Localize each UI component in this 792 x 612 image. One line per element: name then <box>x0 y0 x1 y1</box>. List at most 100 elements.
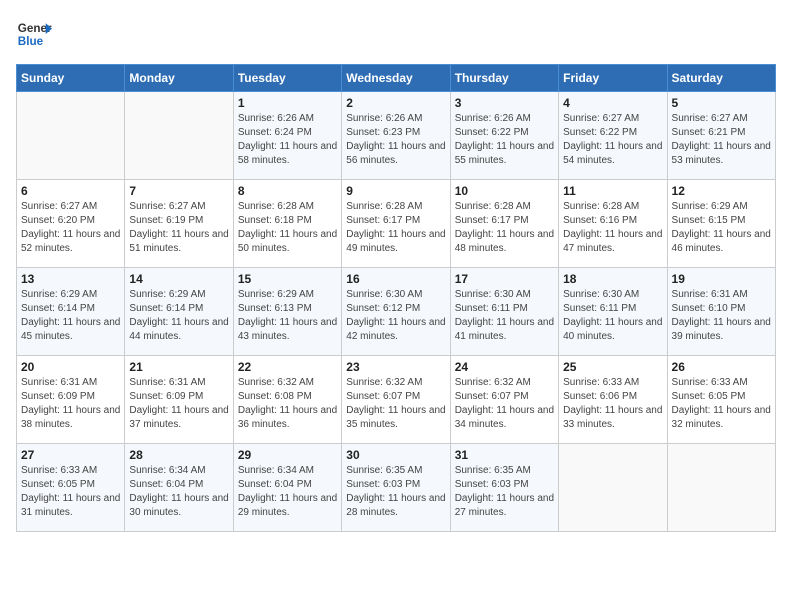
day-number: 19 <box>672 272 771 286</box>
calendar-day-empty <box>125 92 233 180</box>
day-number: 27 <box>21 448 120 462</box>
day-info: Sunrise: 6:35 AM Sunset: 6:03 PM Dayligh… <box>455 464 554 520</box>
day-number: 1 <box>238 96 337 110</box>
calendar-day-31: 31 Sunrise: 6:35 AM Sunset: 6:03 PM Dayli… <box>450 444 558 532</box>
column-header-thursday: Thursday <box>450 65 558 92</box>
day-number: 22 <box>238 360 337 374</box>
day-info: Sunrise: 6:27 AM Sunset: 6:20 PM Dayligh… <box>21 200 120 256</box>
day-info: Sunrise: 6:28 AM Sunset: 6:18 PM Dayligh… <box>238 200 337 256</box>
calendar-day-3: 3Sunrise: 6:26 AM Sunset: 6:22 PM Daylig… <box>450 92 558 180</box>
day-number: 30 <box>346 448 445 462</box>
day-info: Sunrise: 6:30 AM Sunset: 6:11 PM Dayligh… <box>455 288 554 344</box>
calendar-day-empty <box>17 92 125 180</box>
calendar-day-4: 4 Sunrise: 6:27 AM Sunset: 6:22 PM Daylig… <box>559 92 667 180</box>
day-info: Sunrise: 6:28 AM Sunset: 6:17 PM Dayligh… <box>455 200 554 256</box>
day-info: Sunrise: 6:32 AM Sunset: 6:07 PM Dayligh… <box>455 376 554 432</box>
column-header-tuesday: Tuesday <box>233 65 341 92</box>
day-number: 4 <box>563 96 662 110</box>
column-header-sunday: Sunday <box>17 65 125 92</box>
calendar-day-23: 23 Sunrise: 6:32 AM Sunset: 6:07 PM Dayli… <box>342 356 450 444</box>
calendar-day-26: 26 Sunrise: 6:33 AM Sunset: 6:05 PM Dayli… <box>667 356 775 444</box>
calendar-week-row: 1Sunrise: 6:26 AM Sunset: 6:24 PM Daylig… <box>17 92 776 180</box>
calendar-day-empty <box>559 444 667 532</box>
logo: General Blue <box>16 16 52 52</box>
calendar-day-25: 25 Sunrise: 6:33 AM Sunset: 6:06 PM Dayli… <box>559 356 667 444</box>
day-info: Sunrise: 6:26 AM Sunset: 6:23 PM Dayligh… <box>346 112 445 168</box>
day-info: Sunrise: 6:26 AM Sunset: 6:22 PM Dayligh… <box>455 112 554 168</box>
calendar-header-row: SundayMondayTuesdayWednesdayThursdayFrid… <box>17 65 776 92</box>
calendar-day-9: 9Sunrise: 6:28 AM Sunset: 6:17 PM Daylig… <box>342 180 450 268</box>
calendar-day-14: 14Sunrise: 6:29 AM Sunset: 6:14 PM Dayli… <box>125 268 233 356</box>
calendar-day-10: 10 Sunrise: 6:28 AM Sunset: 6:17 PM Dayli… <box>450 180 558 268</box>
day-info: Sunrise: 6:35 AM Sunset: 6:03 PM Dayligh… <box>346 464 445 520</box>
calendar-day-27: 27 Sunrise: 6:33 AM Sunset: 6:05 PM Dayli… <box>17 444 125 532</box>
day-info: Sunrise: 6:31 AM Sunset: 6:10 PM Dayligh… <box>672 288 771 344</box>
day-number: 23 <box>346 360 445 374</box>
day-number: 20 <box>21 360 120 374</box>
page-header: General Blue <box>16 16 776 52</box>
day-number: 17 <box>455 272 554 286</box>
calendar-day-15: 15Sunrise: 6:29 AM Sunset: 6:13 PM Dayli… <box>233 268 341 356</box>
calendar-day-12: 12 Sunrise: 6:29 AM Sunset: 6:15 PM Dayli… <box>667 180 775 268</box>
column-header-monday: Monday <box>125 65 233 92</box>
day-info: Sunrise: 6:32 AM Sunset: 6:08 PM Dayligh… <box>238 376 337 432</box>
calendar-day-1: 1Sunrise: 6:26 AM Sunset: 6:24 PM Daylig… <box>233 92 341 180</box>
day-number: 16 <box>346 272 445 286</box>
calendar-day-13: 13 Sunrise: 6:29 AM Sunset: 6:14 PM Dayli… <box>17 268 125 356</box>
day-number: 25 <box>563 360 662 374</box>
calendar-day-2: 2 Sunrise: 6:26 AM Sunset: 6:23 PM Daylig… <box>342 92 450 180</box>
day-info: Sunrise: 6:34 AM Sunset: 6:04 PM Dayligh… <box>129 464 228 520</box>
day-info: Sunrise: 6:34 AM Sunset: 6:04 PM Dayligh… <box>238 464 337 520</box>
calendar-day-30: 30 Sunrise: 6:35 AM Sunset: 6:03 PM Dayli… <box>342 444 450 532</box>
day-info: Sunrise: 6:33 AM Sunset: 6:05 PM Dayligh… <box>21 464 120 520</box>
day-number: 28 <box>129 448 228 462</box>
day-number: 9 <box>346 184 445 198</box>
day-info: Sunrise: 6:30 AM Sunset: 6:12 PM Dayligh… <box>346 288 445 344</box>
day-number: 13 <box>21 272 120 286</box>
day-number: 31 <box>455 448 554 462</box>
calendar-day-6: 6 Sunrise: 6:27 AM Sunset: 6:20 PM Daylig… <box>17 180 125 268</box>
day-info: Sunrise: 6:27 AM Sunset: 6:21 PM Dayligh… <box>672 112 771 168</box>
day-info: Sunrise: 6:29 AM Sunset: 6:13 PM Dayligh… <box>238 288 337 344</box>
day-number: 11 <box>563 184 662 198</box>
day-info: Sunrise: 6:27 AM Sunset: 6:22 PM Dayligh… <box>563 112 662 168</box>
calendar-week-row: 20Sunrise: 6:31 AM Sunset: 6:09 PM Dayli… <box>17 356 776 444</box>
day-info: Sunrise: 6:33 AM Sunset: 6:05 PM Dayligh… <box>672 376 771 432</box>
column-header-saturday: Saturday <box>667 65 775 92</box>
column-header-friday: Friday <box>559 65 667 92</box>
day-info: Sunrise: 6:33 AM Sunset: 6:06 PM Dayligh… <box>563 376 662 432</box>
day-info: Sunrise: 6:27 AM Sunset: 6:19 PM Dayligh… <box>129 200 228 256</box>
day-number: 2 <box>346 96 445 110</box>
day-number: 29 <box>238 448 337 462</box>
day-info: Sunrise: 6:29 AM Sunset: 6:15 PM Dayligh… <box>672 200 771 256</box>
calendar-day-24: 24 Sunrise: 6:32 AM Sunset: 6:07 PM Dayli… <box>450 356 558 444</box>
day-number: 12 <box>672 184 771 198</box>
calendar-week-row: 27 Sunrise: 6:33 AM Sunset: 6:05 PM Dayli… <box>17 444 776 532</box>
calendar-week-row: 6 Sunrise: 6:27 AM Sunset: 6:20 PM Daylig… <box>17 180 776 268</box>
calendar-day-19: 19 Sunrise: 6:31 AM Sunset: 6:10 PM Dayli… <box>667 268 775 356</box>
calendar-day-17: 17 Sunrise: 6:30 AM Sunset: 6:11 PM Dayli… <box>450 268 558 356</box>
day-number: 6 <box>21 184 120 198</box>
calendar-day-22: 22 Sunrise: 6:32 AM Sunset: 6:08 PM Dayli… <box>233 356 341 444</box>
logo-icon: General Blue <box>16 16 52 52</box>
day-number: 10 <box>455 184 554 198</box>
day-number: 26 <box>672 360 771 374</box>
calendar-day-11: 11 Sunrise: 6:28 AM Sunset: 6:16 PM Dayli… <box>559 180 667 268</box>
day-number: 8 <box>238 184 337 198</box>
day-info: Sunrise: 6:32 AM Sunset: 6:07 PM Dayligh… <box>346 376 445 432</box>
calendar-week-row: 13 Sunrise: 6:29 AM Sunset: 6:14 PM Dayli… <box>17 268 776 356</box>
calendar-day-28: 28 Sunrise: 6:34 AM Sunset: 6:04 PM Dayli… <box>125 444 233 532</box>
calendar-day-18: 18Sunrise: 6:30 AM Sunset: 6:11 PM Dayli… <box>559 268 667 356</box>
day-number: 18 <box>563 272 662 286</box>
day-number: 21 <box>129 360 228 374</box>
day-number: 24 <box>455 360 554 374</box>
day-info: Sunrise: 6:28 AM Sunset: 6:16 PM Dayligh… <box>563 200 662 256</box>
day-info: Sunrise: 6:29 AM Sunset: 6:14 PM Dayligh… <box>21 288 120 344</box>
calendar-day-8: 8 Sunrise: 6:28 AM Sunset: 6:18 PM Daylig… <box>233 180 341 268</box>
day-info: Sunrise: 6:29 AM Sunset: 6:14 PM Dayligh… <box>129 288 228 344</box>
calendar-day-7: 7Sunrise: 6:27 AM Sunset: 6:19 PM Daylig… <box>125 180 233 268</box>
calendar-day-16: 16 Sunrise: 6:30 AM Sunset: 6:12 PM Dayli… <box>342 268 450 356</box>
svg-text:Blue: Blue <box>18 35 44 48</box>
calendar-day-29: 29 Sunrise: 6:34 AM Sunset: 6:04 PM Dayli… <box>233 444 341 532</box>
column-header-wednesday: Wednesday <box>342 65 450 92</box>
